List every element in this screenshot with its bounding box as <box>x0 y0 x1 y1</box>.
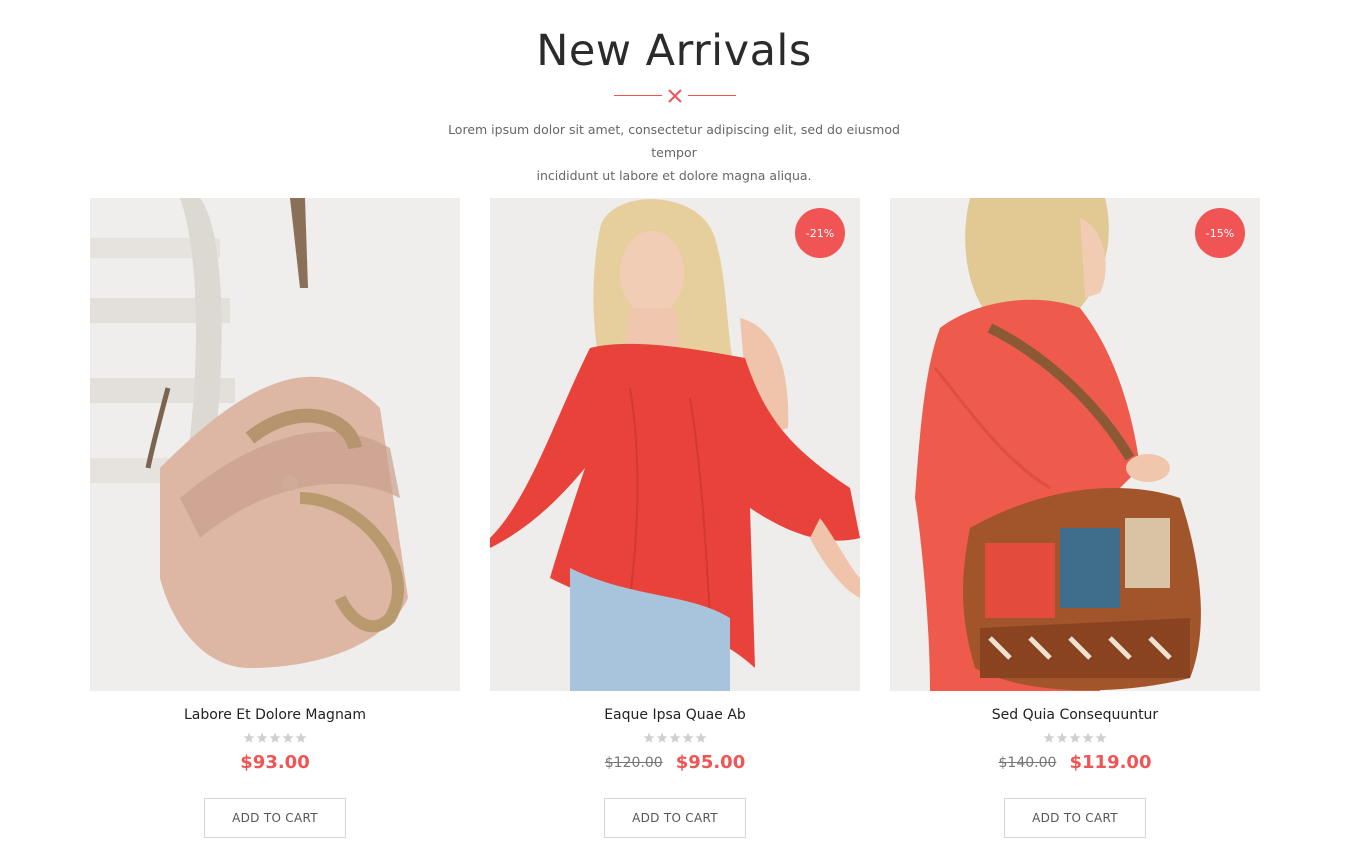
star-icon <box>1056 732 1068 743</box>
current-price: $119.00 <box>1069 752 1152 773</box>
divider-line-right <box>688 95 736 96</box>
add-to-cart-button[interactable]: ADD TO CART <box>204 798 346 838</box>
section-title: New Arrivals <box>536 26 812 76</box>
discount-badge: -21% <box>795 208 845 258</box>
add-to-cart-button[interactable]: ADD TO CART <box>604 798 746 838</box>
product-name[interactable]: Labore Et Dolore Magnam <box>90 707 460 727</box>
star-icon <box>1069 732 1081 743</box>
rating-stars <box>890 732 1260 746</box>
current-price: $93.00 <box>240 752 310 773</box>
star-icon <box>656 732 668 743</box>
product-image-red-blouse[interactable]: -21% <box>490 198 860 691</box>
section-subtitle: Lorem ipsum dolor sit amet, consectetur … <box>424 118 924 187</box>
star-icon <box>695 732 707 743</box>
price-block: $120.00 $95.00 <box>490 752 860 776</box>
star-icon <box>643 732 655 743</box>
cross-icon <box>668 89 682 103</box>
star-icon <box>282 732 294 743</box>
rating-stars <box>90 732 460 746</box>
star-icon <box>1095 732 1107 743</box>
add-to-cart-button[interactable]: ADD TO CART <box>1004 798 1146 838</box>
price-block: $140.00 $119.00 <box>890 752 1260 776</box>
star-icon <box>1082 732 1094 743</box>
rating-stars <box>490 732 860 746</box>
product-name[interactable]: Sed Quia Consequuntur <box>890 707 1260 727</box>
old-price: $140.00 <box>998 754 1057 771</box>
subtitle-line-2: incididunt ut labore et dolore magna ali… <box>536 168 812 183</box>
current-price: $95.00 <box>675 752 746 773</box>
price-block: $93.00 <box>90 752 460 776</box>
old-price: $120.00 <box>604 754 663 771</box>
star-icon <box>269 732 281 743</box>
product-card: -15% Sed Quia Consequuntur $140.00 $119.… <box>890 198 1260 838</box>
star-icon <box>243 732 255 743</box>
star-icon <box>295 732 307 743</box>
star-icon <box>256 732 268 743</box>
title-divider <box>614 86 736 106</box>
divider-line-left <box>614 95 662 96</box>
discount-badge: -15% <box>1195 208 1245 258</box>
product-card: Labore Et Dolore Magnam $93.00 ADD TO CA… <box>90 198 460 838</box>
product-image-leather-bag[interactable] <box>90 198 460 691</box>
star-icon <box>669 732 681 743</box>
product-image-patchwork-bag[interactable]: -15% <box>890 198 1260 691</box>
star-icon <box>1043 732 1055 743</box>
product-card: -21% Eaque Ipsa Quae Ab $120.00 $95.00 A… <box>490 198 860 838</box>
product-name[interactable]: Eaque Ipsa Quae Ab <box>490 707 860 727</box>
subtitle-line-1: Lorem ipsum dolor sit amet, consectetur … <box>448 122 900 160</box>
star-icon <box>682 732 694 743</box>
